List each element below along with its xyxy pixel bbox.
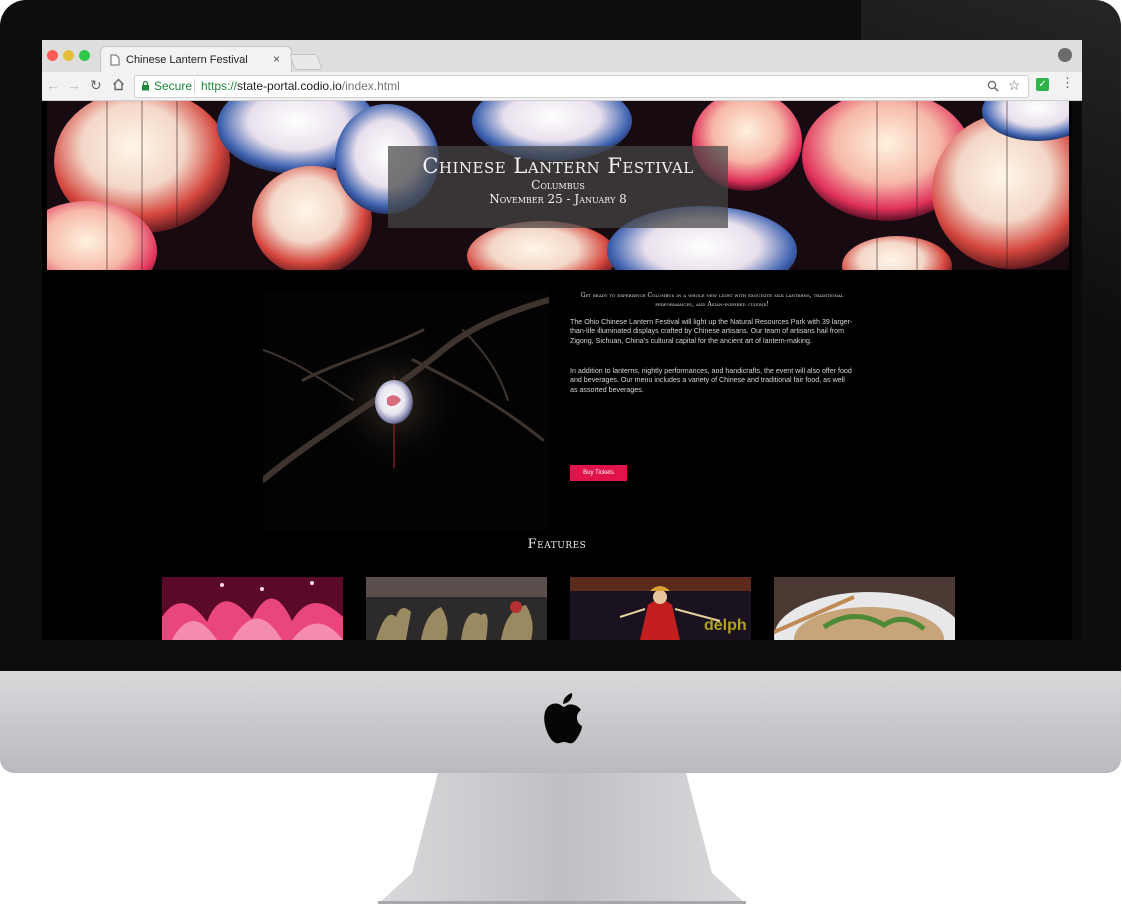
forward-icon[interactable]: →	[67, 78, 81, 92]
hero-dates: November 25 - January 8	[489, 192, 627, 206]
secure-label: Secure	[154, 79, 193, 93]
extension-check-icon[interactable]: ✓	[1036, 78, 1049, 91]
browser-toolbar: ← → ↻ Secure https://state-portal.codio.…	[42, 72, 1082, 101]
hero-title-box: Chinese Lantern Festival Columbus Novemb…	[388, 146, 728, 228]
close-tab-icon[interactable]: ×	[273, 52, 280, 66]
browser-window: Chinese Lantern Festival × ← → ↻ Secure …	[42, 40, 1082, 640]
performance-sign-text: delph	[704, 617, 747, 634]
menu-icon[interactable]: ⋮	[1061, 76, 1074, 90]
features-heading: Features	[527, 537, 587, 552]
home-icon[interactable]	[112, 78, 125, 91]
hero-banner: Chinese Lantern Festival Columbus Novemb…	[47, 101, 1069, 270]
zoom-icon[interactable]	[987, 80, 999, 92]
lantern-tree-image	[263, 290, 549, 530]
apple-logo-icon	[544, 693, 582, 744]
feature-thumb-handicrafts[interactable]	[366, 577, 547, 640]
minimize-window-button[interactable]	[63, 50, 74, 61]
back-icon[interactable]: ←	[46, 78, 60, 92]
lock-icon	[142, 80, 149, 91]
address-separator	[194, 79, 195, 93]
buy-tickets-button[interactable]: Buy Tickets	[570, 465, 627, 481]
zoom-window-button[interactable]	[79, 50, 90, 61]
new-tab-button[interactable]	[289, 54, 323, 70]
page-scrollbar[interactable]	[1072, 101, 1082, 640]
imac-device: Chinese Lantern Festival × ← → ↻ Secure …	[0, 0, 1122, 904]
feature-thumb-food[interactable]	[774, 577, 955, 640]
url-text: https://state-portal.codio.io/index.html	[201, 79, 400, 93]
about-paragraph-1: The Ohio Chinese Lantern Festival will l…	[570, 318, 853, 345]
hero-title: Chinese Lantern Festival	[422, 154, 694, 178]
profile-icon[interactable]	[1058, 48, 1072, 62]
tab-strip: Chinese Lantern Festival ×	[42, 40, 1082, 74]
reload-icon[interactable]: ↻	[90, 78, 102, 92]
address-bar[interactable]: Secure https://state-portal.codio.io/ind…	[134, 75, 1029, 98]
monitor-stand	[378, 773, 746, 904]
page-icon	[110, 54, 120, 66]
web-page: Chinese Lantern Festival Columbus Novemb…	[42, 101, 1082, 640]
about-paragraph-2: In addition to lanterns, nightly perform…	[570, 367, 852, 394]
star-icon[interactable]: ☆	[1008, 77, 1021, 94]
tab-chinese-lantern-festival[interactable]: Chinese Lantern Festival ×	[100, 46, 292, 74]
tab-title: Chinese Lantern Festival	[126, 54, 248, 66]
feature-thumb-performance[interactable]: delph	[570, 577, 751, 640]
feature-thumb-lotus[interactable]	[162, 577, 343, 640]
close-window-button[interactable]	[47, 50, 58, 61]
intro-text: Get ready to experience Columbus in a wh…	[580, 292, 844, 308]
hero-city: Columbus	[531, 178, 585, 192]
